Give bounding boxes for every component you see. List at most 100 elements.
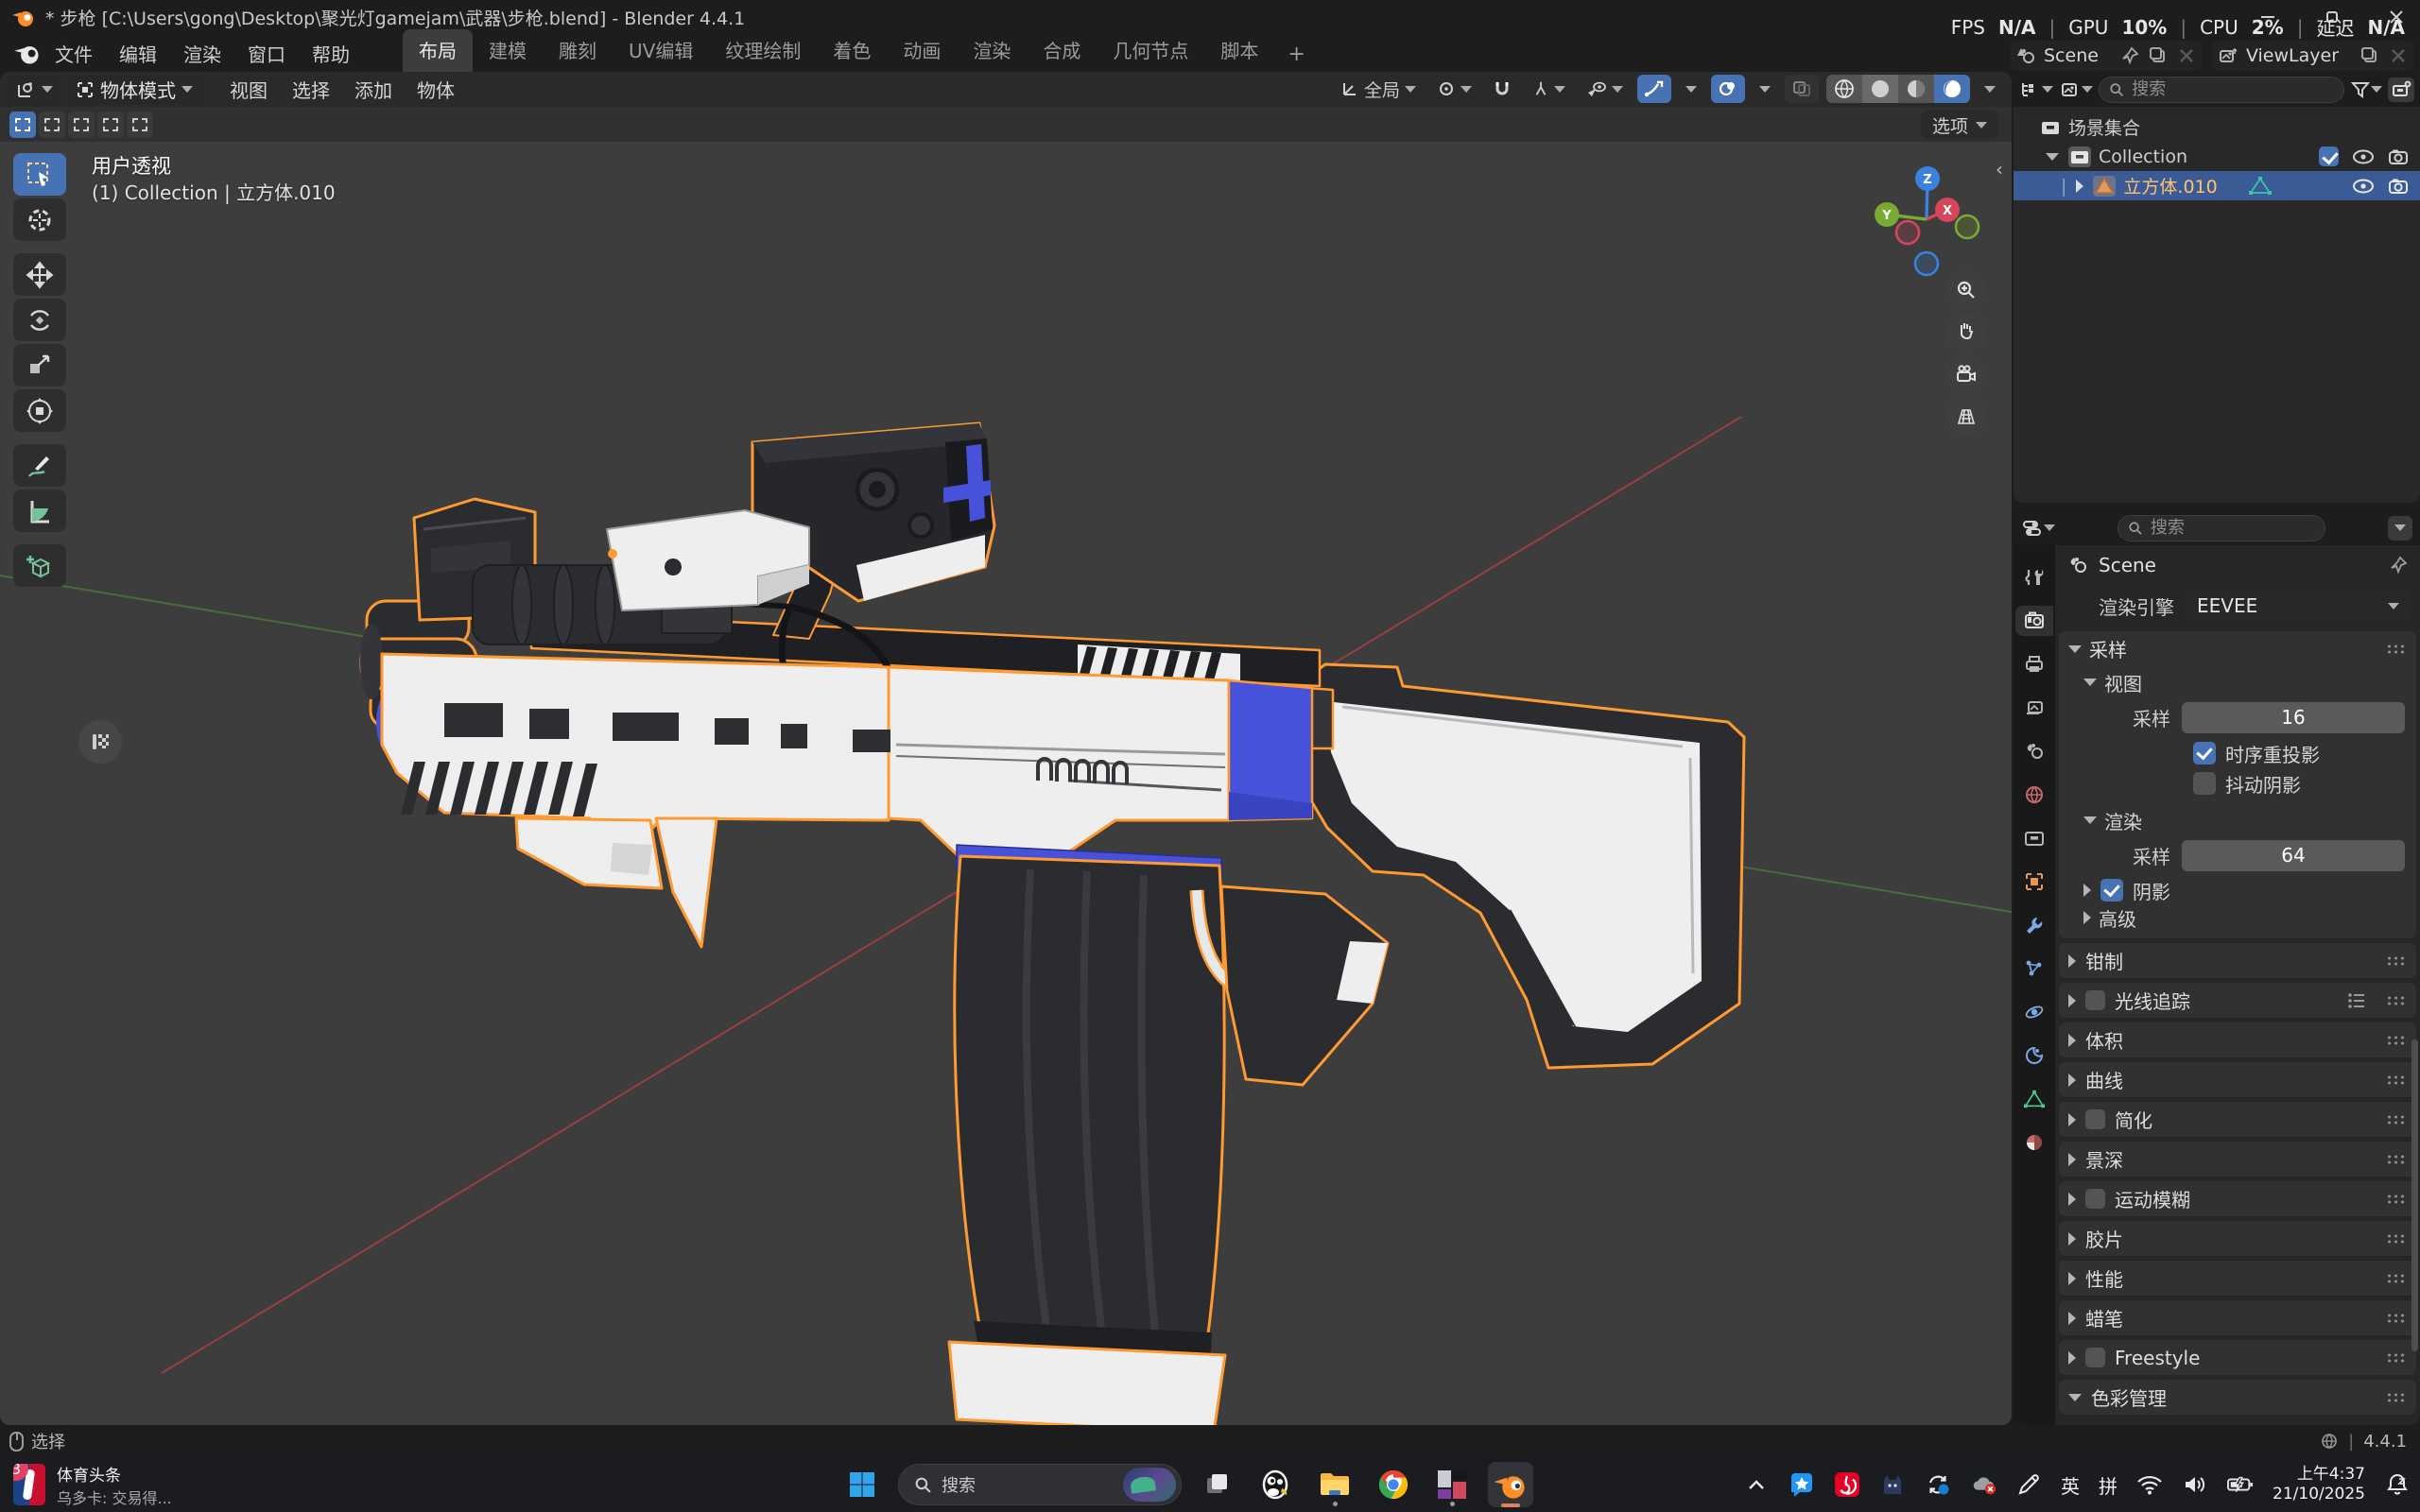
tab-physics[interactable] — [2015, 1040, 2053, 1071]
start-button[interactable] — [839, 1462, 885, 1507]
select-mode-intersect[interactable] — [127, 112, 153, 138]
ime-latin-indicator[interactable]: 英 — [2061, 1471, 2080, 1499]
snap-magnet-button[interactable] — [1486, 75, 1518, 103]
outliner-filter-button[interactable] — [2350, 79, 2382, 100]
mode-selector[interactable]: 物体模式 — [68, 76, 204, 104]
onedrive-error-tray-icon[interactable] — [1970, 1471, 1996, 1498]
tab-object-data[interactable] — [2015, 1084, 2053, 1114]
simplify-checkbox[interactable] — [2085, 1109, 2105, 1129]
blender-app-icon[interactable] — [1488, 1462, 1533, 1507]
render-engine-dropdown[interactable]: EEVEE — [2186, 590, 2411, 622]
tool-scale[interactable] — [13, 344, 66, 387]
search-highlight-image[interactable] — [1123, 1468, 1176, 1502]
panel-freestyle[interactable]: Freestyle — [2059, 1340, 2416, 1375]
tab-animation[interactable]: 动画 — [887, 29, 957, 72]
menu-view[interactable]: 视图 — [217, 76, 280, 103]
menu-file[interactable]: 文件 — [42, 36, 106, 71]
star-chat-tray-icon[interactable] — [1789, 1471, 1815, 1498]
shadows-subpanel-header[interactable]: 阴影 — [2059, 874, 2416, 906]
tab-tool[interactable] — [2015, 562, 2053, 593]
shading-dropdown[interactable] — [1978, 75, 2002, 103]
list-icon[interactable] — [2346, 991, 2367, 1010]
menu-render[interactable]: 渲染 — [170, 36, 234, 71]
select-mode-invert[interactable] — [97, 112, 124, 138]
subpanel-render-header[interactable]: 渲染 — [2059, 804, 2416, 836]
new-collection-button[interactable] — [2388, 77, 2414, 102]
tool-move[interactable] — [13, 253, 66, 296]
shadows-checkbox[interactable] — [2100, 879, 2123, 902]
menu-select[interactable]: 选择 — [280, 76, 342, 103]
file-explorer-icon[interactable] — [1312, 1462, 1357, 1507]
render-samples-slider[interactable]: 64 — [2182, 840, 2405, 871]
advanced-subpanel-header[interactable]: 高级 — [2059, 906, 2416, 938]
viewlayer-selector[interactable]: ViewLayer — [2212, 41, 2414, 71]
menu-add[interactable]: 添加 — [342, 76, 405, 103]
news-widget[interactable]: 3 体育头条 乌多卡: 交易得... — [13, 1462, 297, 1508]
sync-tray-icon[interactable] — [1925, 1471, 1951, 1498]
menu-help[interactable]: 帮助 — [299, 36, 363, 71]
add-workspace-button[interactable]: + — [1274, 37, 1318, 72]
raytracing-checkbox[interactable] — [2085, 990, 2105, 1010]
tool-rotate[interactable] — [13, 299, 66, 341]
hide-eye-icon[interactable] — [2352, 178, 2375, 195]
pin-icon[interactable] — [2388, 555, 2409, 576]
ime-pinyin-indicator[interactable]: 拼 — [2099, 1471, 2118, 1499]
tab-scripting[interactable]: 脚本 — [1204, 29, 1274, 72]
tab-layout[interactable]: 布局 — [403, 29, 473, 72]
chrome-icon[interactable] — [1371, 1462, 1416, 1507]
expand-icon[interactable] — [2046, 153, 2059, 161]
camera-view-button[interactable] — [1947, 355, 1985, 393]
panel-simplify[interactable]: 简化 — [2059, 1102, 2416, 1137]
scene-selector[interactable]: Scene — [2010, 41, 2203, 71]
pan-button[interactable] — [1947, 312, 1985, 350]
panel-color-management[interactable]: 色彩管理 — [2059, 1380, 2416, 1415]
battery-icon[interactable] — [2227, 1471, 2254, 1498]
transform-orientation-button[interactable]: 全局 — [1334, 75, 1423, 103]
visibility-button[interactable] — [1580, 75, 1630, 103]
blender-menu-icon[interactable] — [13, 41, 42, 65]
outliner-filter-image-button[interactable] — [2059, 79, 2093, 100]
properties-scrollbar[interactable] — [2411, 1040, 2418, 1351]
penguin-app-icon[interactable] — [1253, 1462, 1299, 1507]
notification-bell-icon[interactable] — [2384, 1471, 2411, 1498]
ime-indicator-button[interactable] — [78, 720, 122, 764]
tab-geometry-nodes[interactable]: 几何节点 — [1097, 29, 1204, 72]
wifi-icon[interactable] — [2136, 1471, 2163, 1498]
outliner-search[interactable] — [2099, 77, 2344, 103]
panel-motion-blur[interactable]: 运动模糊 — [2059, 1181, 2416, 1216]
tab-output[interactable] — [2015, 649, 2053, 679]
volume-icon[interactable] — [2182, 1471, 2208, 1498]
photos-app-icon[interactable] — [1429, 1462, 1475, 1507]
panel-performance[interactable]: 性能 — [2059, 1261, 2416, 1296]
tab-uv-editing[interactable]: UV编辑 — [613, 29, 709, 72]
outliner-row-collection[interactable]: Collection — [2014, 142, 2420, 171]
select-mode-new[interactable] — [9, 112, 36, 138]
tab-object[interactable] — [2015, 867, 2053, 897]
tab-scene[interactable] — [2015, 736, 2053, 766]
viewport-3d[interactable]: 用户透视 (1) Collection | 立方体.010 — [0, 142, 2012, 1425]
zoom-button[interactable] — [1947, 271, 1985, 309]
options-button[interactable]: 选项 — [1921, 111, 1998, 139]
shading-wireframe-button[interactable] — [1826, 75, 1862, 103]
panel-curves[interactable]: 曲线 — [2059, 1062, 2416, 1097]
tool-cursor[interactable] — [13, 198, 66, 241]
tool-add-cube[interactable] — [13, 544, 66, 587]
properties-search-input[interactable] — [2151, 518, 2315, 538]
disable-render-camera-icon[interactable] — [2388, 178, 2409, 195]
netease-music-tray-icon[interactable] — [1834, 1471, 1860, 1498]
pen-tray-icon[interactable] — [2015, 1471, 2042, 1498]
tab-world[interactable] — [2015, 780, 2053, 810]
tab-render[interactable] — [2015, 606, 2053, 636]
sidebar-collapse-icon[interactable]: ‹ — [1989, 155, 2010, 183]
motion-blur-checkbox[interactable] — [2085, 1189, 2105, 1209]
menu-edit[interactable]: 编辑 — [106, 36, 170, 71]
panel-sampling-header[interactable]: 采样 — [2059, 631, 2416, 666]
cat-tray-icon[interactable] — [1879, 1471, 1906, 1498]
tool-transform[interactable] — [13, 389, 66, 432]
collection-checkbox[interactable] — [2319, 146, 2339, 166]
shading-solid-button[interactable] — [1862, 75, 1898, 103]
gizmos-dropdown[interactable] — [1679, 75, 1703, 103]
shading-rendered-button[interactable] — [1934, 75, 1970, 103]
overlays-toggle[interactable] — [1711, 75, 1745, 103]
panel-film[interactable]: 胶片 — [2059, 1221, 2416, 1256]
